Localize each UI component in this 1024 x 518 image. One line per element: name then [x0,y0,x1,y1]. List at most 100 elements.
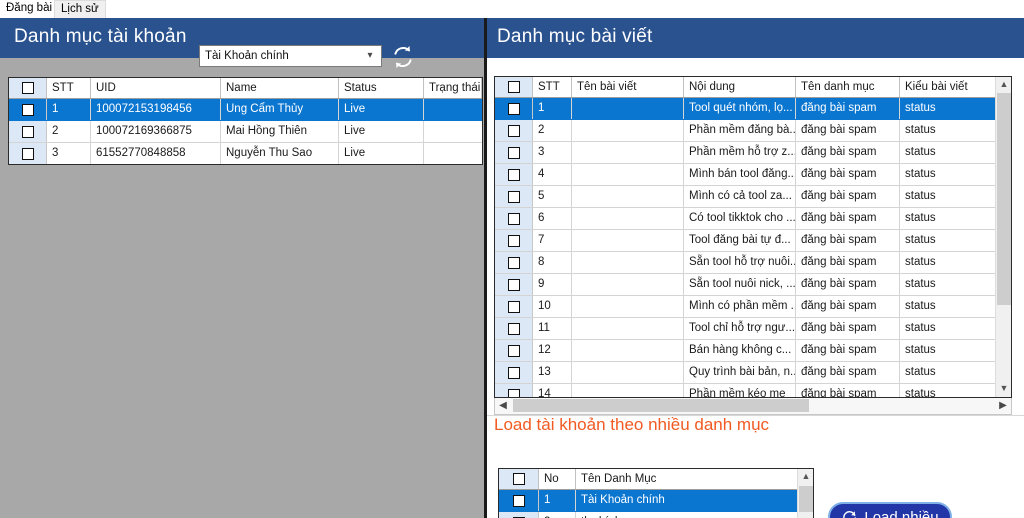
row-checkbox[interactable] [507,102,520,115]
accounts-select-all-checkbox[interactable] [21,82,34,94]
accounts-table[interactable]: STT UID Name Status Trạng thái 1 1000721… [8,77,483,165]
cell-danhmuc: đăng bài spam [796,142,900,163]
row-checkbox-cell[interactable] [495,340,533,361]
chevron-left-icon[interactable]: ◀ [495,398,511,413]
cell-ten [572,186,684,207]
accounts-col-uid: UID [91,78,221,98]
row-checkbox[interactable] [21,147,34,160]
chevron-up-icon[interactable]: ▲ [798,469,813,485]
chevron-right-icon[interactable]: ▶ [995,398,1011,413]
row-checkbox[interactable] [507,190,520,203]
chevron-up-icon[interactable]: ▲ [996,77,1011,93]
row-checkbox[interactable] [507,322,520,335]
cell-ten [572,230,684,251]
posts-vertical-scrollbar[interactable]: ▲ ▼ [995,77,1011,397]
row-checkbox[interactable] [507,344,520,357]
table-row[interactable]: 14 Phần mềm kéo me đăng bài spam status [495,384,1011,397]
table-row[interactable]: 2 Phần mềm đăng bà... đăng bài spam status [495,120,1011,142]
tab-dang-bai[interactable]: Đăng bài [0,0,59,18]
cell-danhmuc: đăng bài spam [796,318,900,339]
app-root: Đăng bài Lịch sử Danh mục tài khoản Tài … [0,0,1024,518]
row-checkbox-cell[interactable] [495,296,533,317]
table-row[interactable]: 13 Quy trình bài bản, n... đăng bài spam st… [495,362,1011,384]
table-row[interactable]: 11 Tool chỉ hỗ trợ ngư... đăng bài spam sta… [495,318,1011,340]
table-row[interactable]: 3 Phần mềm hỗ trợ z... đăng bài spam status [495,142,1011,164]
table-row[interactable]: 1 100072153198456 Ung Cẩm Thủy Live [9,99,482,121]
row-checkbox-cell[interactable] [9,121,47,142]
table-row[interactable]: 7 Tool đăng bài tự đ... đăng bài spam statu… [495,230,1011,252]
table-row[interactable]: 9 Sẵn tool nuôi nick, ... đăng bài spam sta… [495,274,1011,296]
row-checkbox[interactable] [507,256,520,269]
table-row[interactable]: 2 tk chính [499,512,813,518]
chevron-down-icon[interactable]: ▼ [996,381,1011,397]
cell-noidung: Mình bán tool đăng... [684,164,796,185]
load-nhieu-button[interactable]: Load nhiều [828,502,952,518]
refresh-icon [843,510,857,518]
cell-ten [572,142,684,163]
posts-horizontal-scrollbar[interactable]: ◀ ▶ [494,398,1012,415]
row-checkbox[interactable] [507,124,520,137]
categories-select-all-checkbox[interactable] [512,473,525,485]
row-checkbox-cell[interactable] [495,384,533,397]
row-checkbox-cell[interactable] [495,362,533,383]
cell-ten [572,274,684,295]
table-row[interactable]: 8 Sẵn tool hỗ trợ nuôi... đăng bài spam sta… [495,252,1011,274]
table-row[interactable]: 5 Mình có cả tool za... đăng bài spam statu… [495,186,1011,208]
table-row[interactable]: 3 61552770848858 Nguyễn Thu Sao Live [9,143,482,164]
row-checkbox[interactable] [507,278,520,291]
table-row[interactable]: 2 100072169366875 Mai Hồng Thiên Live [9,121,482,143]
cell-noidung: Phần mềm kéo me [684,384,796,397]
posts-table[interactable]: STT Tên bài viết Nội dung Tên danh mục Kiểu … [494,76,1012,398]
row-checkbox[interactable] [507,146,520,159]
row-checkbox[interactable] [507,168,520,181]
categories-table[interactable]: No Tên Danh Mục 1 Tài Khoản chính 2 tk c… [498,468,814,518]
row-checkbox-cell[interactable] [495,274,533,295]
scrollbar-thumb[interactable] [799,486,813,512]
table-row[interactable]: 1 Tài Khoản chính [499,490,813,512]
row-checkbox-cell[interactable] [499,490,539,511]
row-checkbox-cell[interactable] [495,120,533,141]
row-checkbox[interactable] [507,212,520,225]
row-checkbox[interactable] [507,234,520,247]
row-checkbox[interactable] [21,125,34,138]
categories-vertical-scrollbar[interactable]: ▲ ▼ [797,469,813,518]
row-checkbox[interactable] [507,388,520,397]
row-checkbox-cell[interactable] [9,143,47,164]
table-row[interactable]: 1 Tool quét nhóm, lọ... đăng bài spam statu… [495,98,1011,120]
row-checkbox[interactable] [512,494,525,507]
row-checkbox[interactable] [21,103,34,116]
row-checkbox-cell[interactable] [495,230,533,251]
tab-lich-su[interactable]: Lịch sử [54,0,106,18]
chevron-down-icon: ▾ [367,50,373,61]
posts-select-all-cell[interactable] [495,77,533,97]
row-checkbox[interactable] [507,300,520,313]
posts-select-all-checkbox[interactable] [507,81,520,93]
scrollbar-thumb[interactable] [997,93,1011,305]
categories-select-all-cell[interactable] [499,469,539,489]
accounts-select-all-cell[interactable] [9,78,47,98]
cell-stt: 12 [533,340,572,361]
cell-noidung: Quy trình bài bản, n... [684,362,796,383]
table-row[interactable]: 6 Có tool tikktok cho ... đăng bài spam sta… [495,208,1011,230]
row-checkbox[interactable] [507,366,520,379]
row-checkbox-cell[interactable] [495,208,533,229]
cell-kieu: status [905,146,936,158]
row-checkbox-cell[interactable] [495,318,533,339]
table-row[interactable]: 12 Bán hàng không c... đăng bài spam status [495,340,1011,362]
row-checkbox-cell[interactable] [495,142,533,163]
table-row[interactable]: 4 Mình bán tool đăng... đăng bài spam statu… [495,164,1011,186]
table-row[interactable]: 10 Mình có phần mềm ... đăng bài spam statu… [495,296,1011,318]
cell-noidung: Tool quét nhóm, lọ... [684,98,796,119]
accounts-col-trangthai: Trạng thái [424,78,482,98]
cell-stt: 5 [533,186,572,207]
accounts-panel: Danh mục tài khoản Tài Khoản chính ▾ STT… [0,18,484,518]
row-checkbox-cell[interactable] [495,98,533,119]
scrollbar-thumb[interactable] [513,399,809,412]
row-checkbox-cell[interactable] [9,99,47,120]
row-checkbox-cell[interactable] [495,186,533,207]
row-checkbox-cell[interactable] [495,164,533,185]
accounts-refresh-button[interactable] [389,43,417,71]
row-checkbox-cell[interactable] [499,512,539,518]
row-checkbox-cell[interactable] [495,252,533,273]
account-category-select[interactable]: Tài Khoản chính ▾ [199,45,382,67]
